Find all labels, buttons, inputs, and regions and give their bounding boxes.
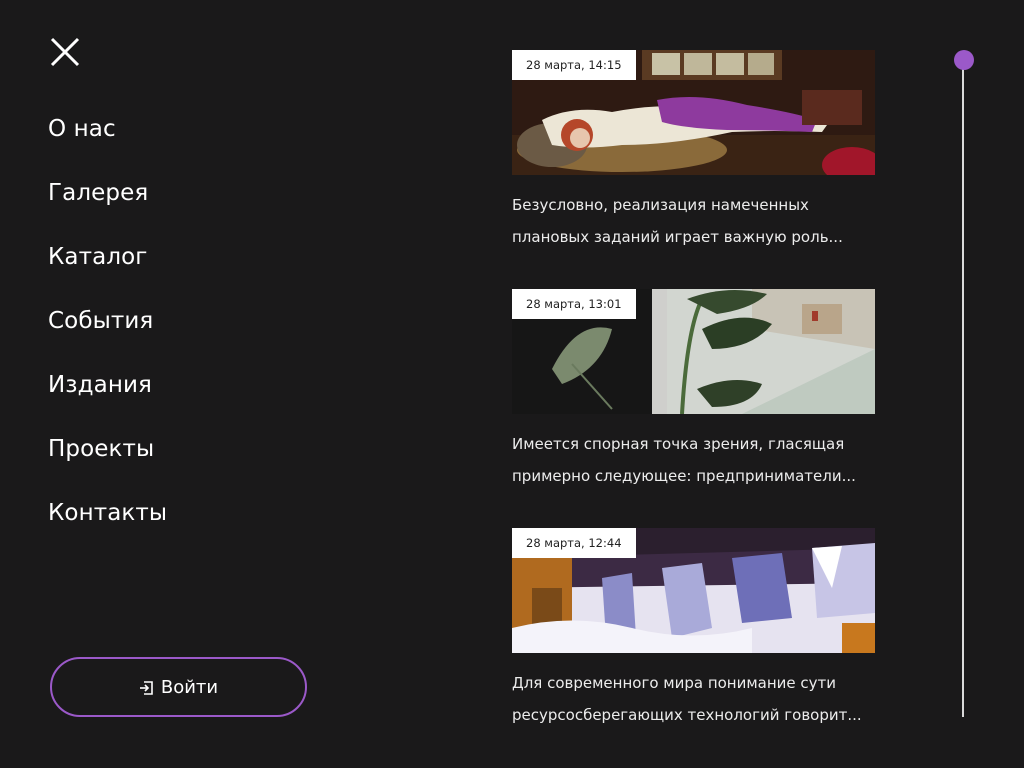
nav-item-projects[interactable]: Проекты	[48, 432, 154, 466]
news-date: 28 марта, 13:01	[512, 289, 636, 319]
close-icon	[50, 37, 80, 67]
nav-item-about[interactable]: О нас	[48, 112, 116, 146]
news-image[interactable]: 28 марта, 12:44	[512, 528, 875, 653]
news-card: 28 марта, 13:01 Имеется спорная точка зр…	[512, 289, 875, 492]
nav-item-contacts[interactable]: Контакты	[48, 496, 167, 530]
nav-item-catalog[interactable]: Каталог	[48, 240, 147, 274]
news-image[interactable]: 28 марта, 13:01	[512, 289, 875, 414]
news-excerpt[interactable]: Имеется спорная точка зрения, гласящая п…	[512, 428, 875, 492]
nav-item-gallery[interactable]: Галерея	[48, 176, 148, 210]
main-navigation: О нас Галерея Каталог События Издания Пр…	[48, 112, 167, 560]
news-card: 28 марта, 14:15 Безусловно, реализация н…	[512, 50, 875, 253]
news-excerpt[interactable]: Безусловно, реализация намеченных планов…	[512, 189, 875, 253]
nav-item-publications[interactable]: Издания	[48, 368, 152, 402]
sign-in-icon	[139, 680, 153, 695]
nav-item-events[interactable]: События	[48, 304, 153, 338]
login-button[interactable]: Войти	[50, 657, 307, 717]
news-excerpt[interactable]: Для современного мира понимание сути рес…	[512, 667, 875, 731]
scrollbar-thumb[interactable]	[954, 50, 974, 70]
close-menu-button[interactable]	[50, 37, 80, 67]
news-date: 28 марта, 12:44	[512, 528, 636, 558]
scrollbar-track[interactable]	[962, 60, 964, 717]
login-button-label: Войти	[160, 676, 219, 698]
news-card: 28 марта, 12:44 Для современного мира по…	[512, 528, 875, 731]
news-image[interactable]: 28 марта, 14:15	[512, 50, 875, 175]
news-date: 28 марта, 14:15	[512, 50, 636, 80]
